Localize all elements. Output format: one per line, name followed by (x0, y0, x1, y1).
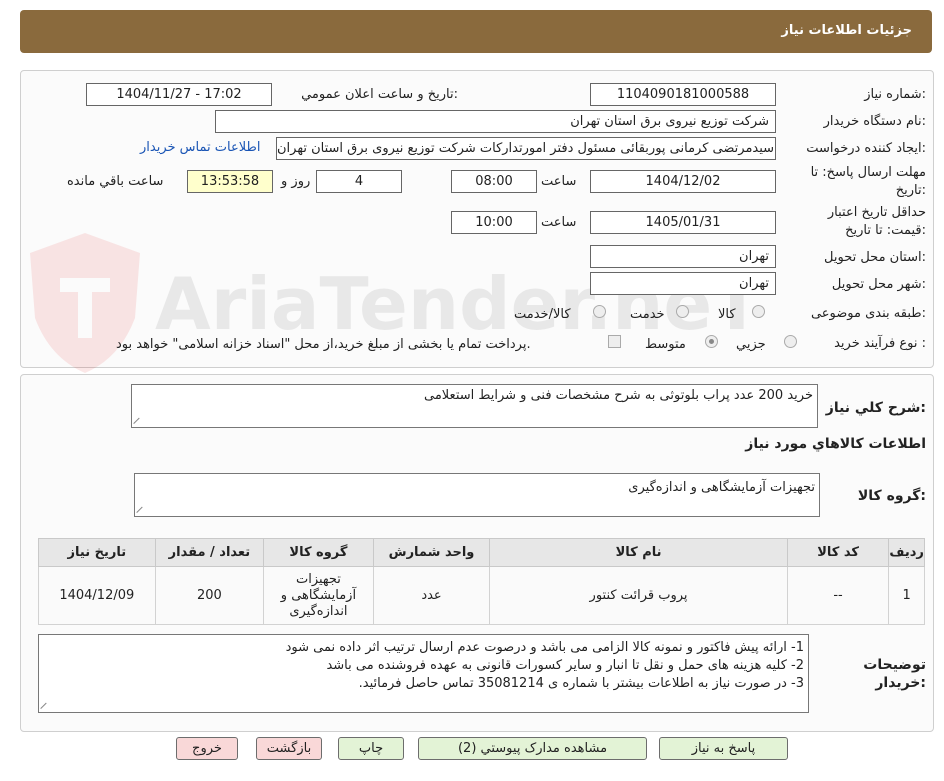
province-label: استان محل تحویل: (824, 250, 926, 265)
category-radio-service[interactable] (676, 305, 689, 318)
summary-label: شرح کلي نیاز: (825, 400, 926, 416)
process-radio-minor[interactable] (784, 335, 797, 348)
summary-text: خرید 200 عدد پراب بلوتوثی به شرح مشخصات … (424, 388, 813, 403)
goods-info-title: اطلاعات کالاهاي مورد نیاز (745, 436, 926, 452)
category-option-goods-service: کالا/خدمت (514, 307, 571, 322)
validity-time-label: ساعت (541, 215, 577, 230)
cell-goods-code: -- (786, 566, 890, 625)
col-unit: واحد شمارش (372, 538, 491, 567)
deadline-label-line1: مهلت ارسال پاسخ: تا (810, 165, 926, 180)
validity-date-field[interactable]: 1405/01/31 (590, 211, 776, 234)
buyer-notes-text: 1- ارائه پیش فاکتور و نمونه کالا الزامی … (286, 639, 804, 693)
buyer-contact-link[interactable]: اطلاعات تماس خریدار (140, 140, 260, 155)
province-field[interactable]: تهران (590, 245, 776, 268)
category-label: طبقه بندی موضوعی: (810, 306, 926, 321)
treasury-payment-note: پرداخت تمام یا بخشی از مبلغ خرید،از محل … (116, 337, 531, 352)
buyer-notes-label-line1: توضیحات (863, 657, 926, 673)
category-radio-goods-service[interactable] (593, 305, 606, 318)
process-radio-medium[interactable] (705, 335, 718, 348)
shield-icon (30, 233, 140, 373)
col-row-number: ردیف (888, 538, 925, 567)
cell-unit: عدد (372, 566, 491, 625)
category-radio-goods[interactable] (752, 305, 765, 318)
validity-time-field[interactable]: 10:00 (451, 211, 537, 234)
col-need-date: تاریخ نیاز (38, 538, 156, 567)
print-button[interactable]: چاپ (338, 737, 404, 760)
remaining-time-label: ساعت باقي مانده (67, 174, 164, 189)
category-option-goods: کالا (718, 307, 736, 322)
goods-group-text: تجهیزات آزمایشگاهی و اندازه‌گیری (628, 480, 815, 495)
col-goods-code: کد کالا (786, 538, 890, 567)
process-option-medium: متوسط (645, 337, 686, 352)
announce-date-field[interactable]: 1404/11/27 - 17:02 (86, 83, 272, 106)
back-button[interactable]: بازگشت (256, 737, 322, 760)
validity-label-line1: حداقل تاریخ اعتبار (827, 205, 926, 220)
watermark-logo (20, 228, 150, 382)
resize-grip-icon[interactable] (41, 701, 49, 709)
city-field[interactable]: تهران (590, 272, 776, 295)
table-header-row: ردیف کد کالا نام کالا واحد شمارش گروه کا… (38, 538, 925, 567)
goods-group-textarea[interactable]: تجهیزات آزمایشگاهی و اندازه‌گیری (134, 473, 820, 517)
goods-group-label: گروه کالا: (857, 488, 926, 504)
buyer-note-line: 2- کلیه هزینه های حمل و نقل تا انبار و س… (326, 658, 804, 673)
buyer-notes-textarea[interactable]: 1- ارائه پیش فاکتور و نمونه کالا الزامی … (38, 634, 809, 713)
summary-textarea[interactable]: خرید 200 عدد پراب بلوتوثی به شرح مشخصات … (131, 384, 818, 428)
creator-field[interactable]: سیدمرتضی کرمانی پوربقائی مسئول دفتر امور… (276, 137, 776, 160)
category-option-service: خدمت (630, 307, 665, 322)
buyer-org-label: نام دستگاه خریدار: (823, 114, 926, 129)
process-label: نوع فرآیند خرید : (834, 336, 926, 351)
reply-button[interactable]: پاسخ به نیاز (659, 737, 788, 760)
buyer-notes-label-line2: خریدار: (875, 675, 926, 691)
page-title: جزئیات اطلاعات نیاز (781, 23, 912, 38)
buyer-note-line: 1- ارائه پیش فاکتور و نمونه کالا الزامی … (285, 640, 804, 655)
city-label: شهر محل تحویل: (831, 277, 926, 292)
goods-table: ردیف کد کالا نام کالا واحد شمارش گروه کا… (38, 538, 925, 625)
col-goods-name: نام کالا (489, 538, 788, 567)
col-quantity: تعداد / مقدار (154, 538, 265, 567)
resize-grip-icon[interactable] (137, 505, 145, 513)
buyer-note-line: 3- در صورت نیاز به اطلاعات بیشتر با شمار… (358, 676, 804, 691)
deadline-time-field[interactable]: 08:00 (451, 170, 537, 193)
cell-goods-name: پروب قرائت کنتور (489, 566, 788, 625)
cell-goods-group: تجهیزات آزمایشگاهی و اندازه‌گیری (263, 566, 374, 625)
need-number-label: شماره نیاز: (864, 87, 926, 102)
remaining-time-field[interactable]: 13:53:58 (187, 170, 273, 193)
resize-grip-icon[interactable] (134, 416, 142, 424)
cell-row-number: 1 (888, 566, 925, 625)
cell-need-date: 1404/12/09 (38, 566, 156, 625)
announce-date-label: تاریخ و ساعت اعلان عمومي: (301, 87, 458, 102)
view-attachments-button[interactable]: مشاهده مدارک پیوستي (2) (418, 737, 647, 760)
process-option-minor: جزیي (736, 337, 766, 352)
treasury-payment-checkbox[interactable] (608, 335, 621, 348)
buyer-org-field[interactable]: شرکت توزیع نیروی برق استان تهران (215, 110, 776, 133)
exit-button[interactable]: خروج (176, 737, 238, 760)
cell-quantity: 200 (154, 566, 265, 625)
need-number-field[interactable]: 1104090181000588 (590, 83, 776, 106)
deadline-time-label: ساعت (541, 174, 577, 189)
creator-label: ایجاد کننده درخواست: (806, 141, 926, 156)
page-header: جزئیات اطلاعات نیاز (20, 10, 932, 53)
days-label: روز و (281, 174, 311, 189)
col-goods-group: گروه کالا (263, 538, 374, 567)
deadline-date-field[interactable]: 1404/12/02 (590, 170, 776, 193)
deadline-label-line2: تاریخ: (895, 183, 926, 198)
table-row[interactable]: 1 -- پروب قرائت کنتور عدد تجهیزات آزمایش… (38, 566, 925, 625)
days-remaining-field[interactable]: 4 (316, 170, 402, 193)
validity-label-line2: قیمت: تا تاریخ: (845, 223, 926, 238)
